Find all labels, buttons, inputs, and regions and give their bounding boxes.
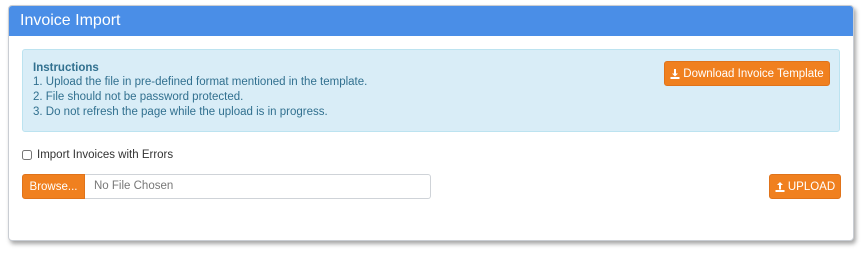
panel-header: Invoice Import: [9, 6, 853, 36]
download-template-button[interactable]: Download Invoice Template: [664, 61, 830, 86]
import-with-errors-option[interactable]: Import Invoices with Errors: [22, 149, 173, 161]
upload-button-label: UPLOAD: [787, 180, 836, 193]
upload-icon: [775, 181, 785, 192]
download-button-label: Download Invoice Template: [683, 67, 824, 80]
invoice-import-panel: Invoice Import Instructions 1. Upload th…: [8, 5, 854, 241]
import-with-errors-checkbox[interactable]: [22, 150, 32, 160]
file-name-field[interactable]: No File Chosen: [85, 174, 431, 199]
upload-button[interactable]: UPLOAD: [769, 174, 841, 199]
instruction-line: 1. Upload the file in pre-defined format…: [33, 76, 368, 88]
instructions-title: Instructions: [33, 62, 99, 74]
browse-button[interactable]: Browse...: [22, 174, 85, 199]
instruction-line: 3. Do not refresh the page while the upl…: [33, 106, 328, 118]
import-with-errors-label: Import Invoices with Errors: [37, 149, 174, 161]
instruction-line: 2. File should not be password protected…: [33, 91, 244, 103]
file-picker: Browse... No File Chosen: [22, 174, 431, 199]
page-title: Invoice Import: [20, 12, 121, 29]
download-icon: [670, 68, 680, 79]
instructions-box: Instructions 1. Upload the file in pre-d…: [22, 49, 840, 132]
